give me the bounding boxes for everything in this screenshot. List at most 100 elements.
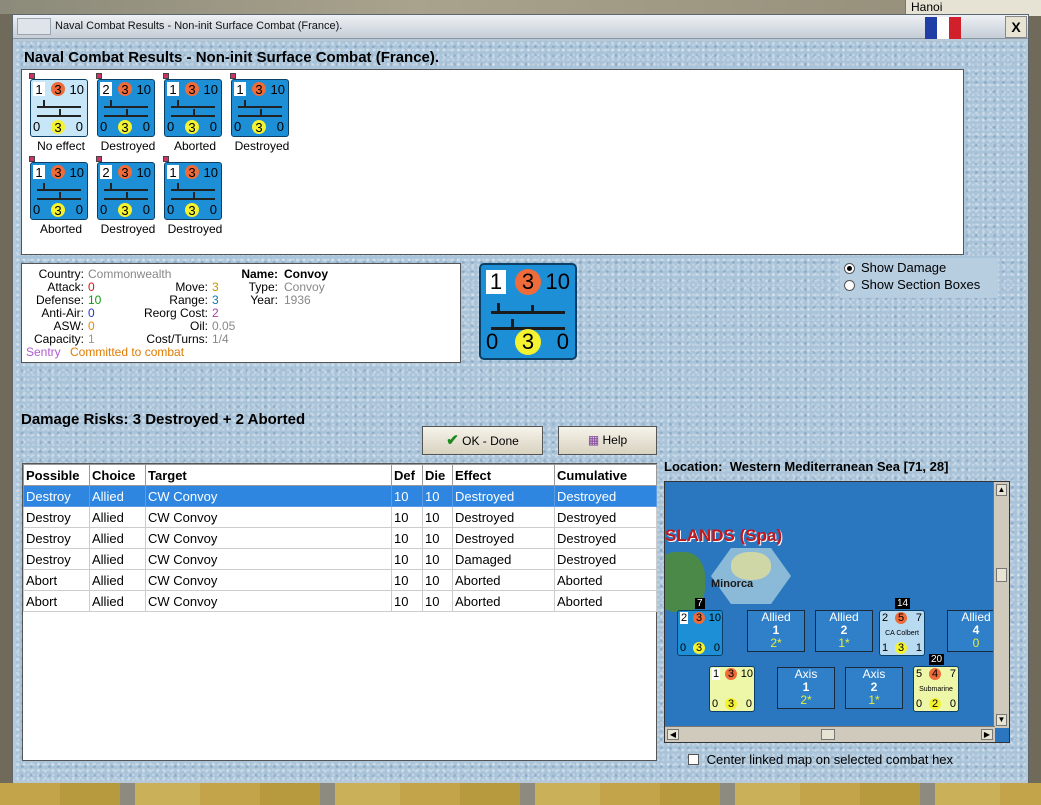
year-label: Year:	[250, 293, 278, 307]
cell-die: 10	[422, 590, 453, 612]
column-header-die[interactable]: Die	[422, 464, 453, 486]
cell-choice: Allied	[89, 548, 146, 570]
map-submarine-counter[interactable]: 5 4 7 Submarine 0 2 0	[913, 666, 959, 712]
center-linked-checkbox[interactable]	[688, 754, 699, 766]
center-linked-option[interactable]: Center linked map on selected combat hex	[688, 751, 953, 767]
map-colbert-counter[interactable]: 2 5 7 CA Colbert 1 3 1	[879, 610, 925, 656]
allied-box-1[interactable]: Allied 1 2*	[747, 610, 805, 652]
center-linked-label[interactable]: Center linked map on selected combat hex	[707, 752, 953, 767]
unit-top-left: 1	[167, 165, 179, 180]
mini-br: 0	[713, 642, 720, 654]
ship-silhouette-icon	[37, 100, 81, 118]
unit-counter[interactable]: 1 3 10 0 3 0 No effect	[29, 73, 97, 161]
cell-cumulative: Aborted	[554, 590, 657, 612]
column-header-def[interactable]: Def	[391, 464, 423, 486]
dialog-content: Naval Combat Results - Non-init Surface …	[16, 41, 1026, 781]
unit-counter[interactable]: 1 3 10 0 3 0 Aborted	[29, 156, 97, 244]
show-damage-label[interactable]: Show Damage	[861, 260, 946, 275]
cell-def: 10	[391, 569, 423, 591]
map-vertical-scrollbar[interactable]: ▲ ▼	[993, 482, 1009, 728]
show-section-boxes-label[interactable]: Show Section Boxes	[861, 277, 980, 292]
unit-result-caption: Destroyed	[167, 222, 223, 236]
unit-list-panel: 1 3 10 0 3 0 No effect 2 3 10 0 3 0 Dest…	[21, 69, 964, 255]
cell-possible: Destroy	[23, 527, 90, 549]
unit-attack: 3	[51, 82, 65, 97]
table-row[interactable]: Destroy Allied CW Convoy 10 10 Destroyed Destr…	[23, 485, 657, 507]
scroll-left-icon[interactable]: ◀	[667, 729, 679, 740]
unit-counter[interactable]: 1 3 10 0 3 0 Destroyed	[163, 156, 231, 244]
horizontal-scroll-thumb[interactable]	[821, 729, 835, 740]
unit-bottom-right: 0	[142, 119, 150, 134]
cell-cumulative: Destroyed	[554, 548, 657, 570]
unit-info-panel: Country: Commonwealth Attack: 0 Defense:…	[21, 263, 461, 363]
mini-tr: 7	[915, 612, 922, 624]
cell-possible: Destroy	[23, 548, 90, 570]
column-header-target[interactable]: Target	[145, 464, 392, 486]
ok-done-button[interactable]: ✔ OK - Done	[422, 426, 543, 455]
scroll-up-icon[interactable]: ▲	[996, 484, 1007, 496]
sentry-label: Sentry	[26, 345, 61, 359]
show-damage-radio[interactable]	[844, 263, 855, 274]
unit-counter[interactable]: 2 3 10 0 3 0 Destroyed	[96, 73, 164, 161]
linked-combat-map[interactable]: SLANDS (Spa) Minorca Allied 1 2* Allied …	[664, 481, 1010, 743]
unit-counter-box[interactable]: 1 3 10 0 3 0	[29, 156, 88, 220]
unit-bottom-right: 0	[75, 202, 83, 217]
unit-counter[interactable]: 1 3 10 0 3 0 Destroyed	[230, 73, 298, 161]
ship-silhouette-icon	[171, 100, 215, 118]
window-menu-icon[interactable]	[17, 18, 51, 35]
column-header-cumulative[interactable]: Cumulative	[554, 464, 657, 486]
cell-die: 10	[422, 506, 453, 528]
show-section-boxes-radio[interactable]	[844, 280, 855, 291]
column-header-effect[interactable]: Effect	[452, 464, 555, 486]
check-icon: ✔	[446, 432, 459, 449]
cell-effect: Destroyed	[452, 527, 555, 549]
allied-box-2[interactable]: Allied 2 1*	[815, 610, 873, 652]
help-button[interactable]: ▦ Help	[558, 426, 657, 455]
map-convoy-counter[interactable]: 2 3 10 0 3 0	[677, 610, 723, 656]
table-row[interactable]: Destroy Allied CW Convoy 10 10 Damaged Destroy…	[23, 548, 657, 570]
cell-effect: Destroyed	[452, 485, 555, 507]
cell-choice: Allied	[89, 485, 146, 507]
cell-possible: Abort	[23, 569, 90, 591]
unit-counter-box[interactable]: 2 3 10 0 3 0	[96, 73, 155, 137]
column-header-choice[interactable]: Choice	[89, 464, 146, 486]
unit-bottom-left: 0	[33, 119, 41, 134]
stack-marker-icon	[29, 156, 35, 162]
unit-counter[interactable]: 2 3 10 0 3 0 Destroyed	[96, 156, 164, 244]
box-subvalue: 1*	[838, 636, 850, 650]
vertical-scroll-thumb[interactable]	[996, 568, 1007, 582]
cell-effect: Destroyed	[452, 506, 555, 528]
unit-counter-box[interactable]: 1 3 10 0 3 0	[163, 156, 222, 220]
mini-tl: 1	[712, 668, 721, 680]
box-subvalue: 1*	[868, 693, 880, 707]
scroll-down-icon[interactable]: ▼	[996, 714, 1007, 726]
unit-result-caption: No effect	[37, 139, 85, 153]
axis-box-2[interactable]: Axis 2 1*	[845, 667, 903, 709]
cost-value: 1/4	[212, 332, 229, 346]
cell-effect: Aborted	[452, 569, 555, 591]
cell-cumulative: Destroyed	[554, 485, 657, 507]
close-button[interactable]: X	[1005, 16, 1027, 38]
scroll-right-icon[interactable]: ▶	[981, 729, 993, 740]
table-row[interactable]: Destroy Allied CW Convoy 10 10 Destroyed Destr…	[23, 506, 657, 528]
table-row[interactable]: Destroy Allied CW Convoy 10 10 Destroyed Destr…	[23, 527, 657, 549]
cell-target: CW Convoy	[145, 527, 392, 549]
mini-bm: 3	[895, 642, 907, 654]
mini-bm: 2	[929, 698, 941, 710]
table-row[interactable]: Abort Allied CW Convoy 10 10 Aborted Aborted	[23, 569, 657, 591]
ship-silhouette-icon	[171, 183, 215, 201]
title-bar[interactable]: Naval Combat Results - Non-init Surface …	[13, 15, 1028, 39]
unit-top-right: 10	[69, 165, 84, 180]
unit-counter-box[interactable]: 1 3 10 0 3 0	[163, 73, 222, 137]
unit-counter[interactable]: 1 3 10 0 3 0 Aborted	[163, 73, 231, 161]
unit-counter-box[interactable]: 2 3 10 0 3 0	[96, 156, 155, 220]
map-axis-convoy-counter[interactable]: 1 3 10 0 3 0	[709, 666, 755, 712]
column-header-possible[interactable]: Possible	[23, 464, 90, 486]
axis-box-1[interactable]: Axis 1 2*	[777, 667, 835, 709]
unit-counter-box[interactable]: 1 3 10 0 3 0	[29, 73, 88, 137]
unit-counter-box[interactable]: 1 3 10 0 3 0	[230, 73, 289, 137]
stack-count-badge: 20	[929, 654, 945, 665]
map-horizontal-scrollbar[interactable]: ◀ ▶	[665, 726, 995, 742]
table-row[interactable]: Abort Allied CW Convoy 10 10 Aborted Aborted	[23, 590, 657, 612]
unit-bottom-mid: 3	[185, 203, 199, 218]
